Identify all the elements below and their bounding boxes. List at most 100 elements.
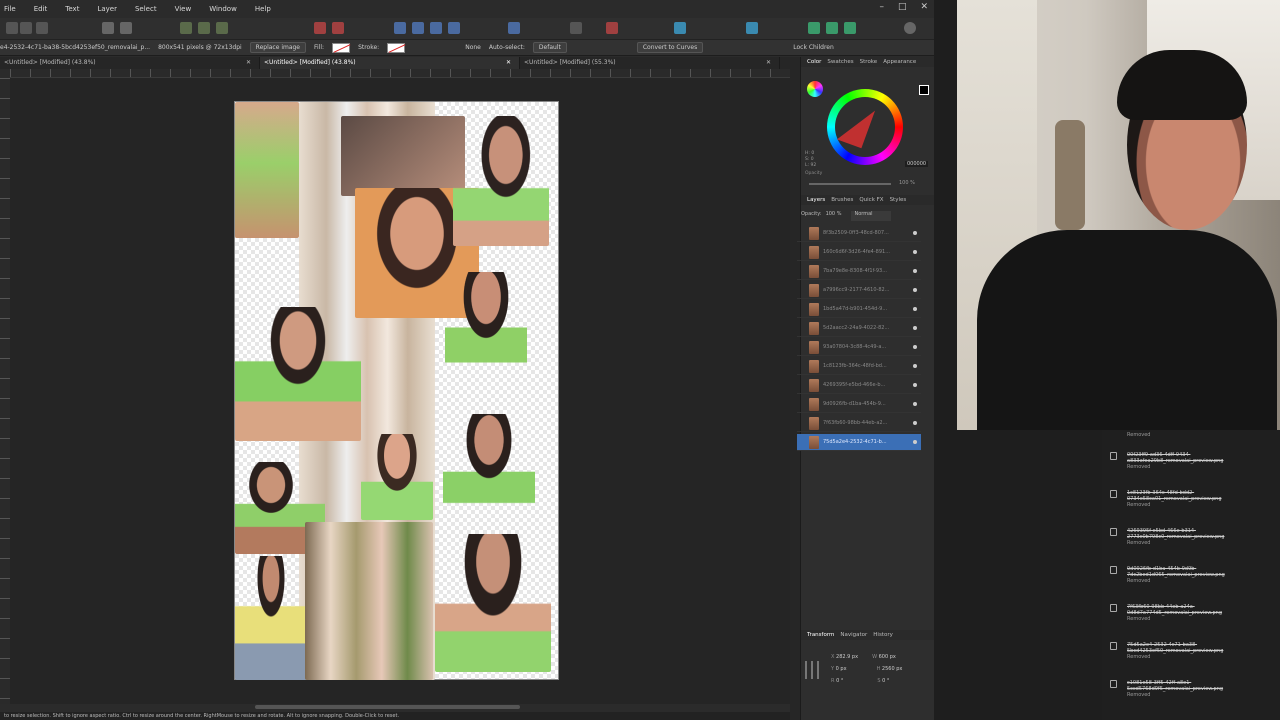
- tab-brushes[interactable]: Brushes: [831, 195, 853, 205]
- auto-select-label[interactable]: Auto-select:: [489, 44, 525, 51]
- visibility-icon[interactable]: [913, 307, 917, 311]
- tab-transform[interactable]: Transform: [807, 630, 834, 640]
- download-item[interactable]: 7f63fb60-98bb-44eb-a24a-0d8d7a774d5_remo…: [1110, 604, 1278, 623]
- layer-row[interactable]: 7f63fb60-98bb-44eb-a2...: [797, 415, 921, 432]
- snap-icon[interactable]: [180, 22, 192, 34]
- snap-3-icon[interactable]: [216, 22, 228, 34]
- layer-row[interactable]: a7996cc9-2177-4610-82...: [797, 282, 921, 299]
- close-icon[interactable]: ✕: [246, 57, 251, 69]
- assistant-icon[interactable]: [808, 22, 820, 34]
- user-icon[interactable]: [904, 22, 916, 34]
- download-filename[interactable]: c1081e58-3ff5-42ff-a8e1-5ccd5768d9f5_rem…: [1127, 680, 1278, 692]
- download-item[interactable]: 4269395f-e5bd-466e-b314-2773c0b798c0_rem…: [1110, 528, 1278, 547]
- menu-file[interactable]: File: [4, 5, 16, 13]
- layer-row[interactable]: 75d5a2e4-2532-4c71-b...: [797, 434, 921, 451]
- download-item[interactable]: 75d5a2e4-2532-4c71-ba38-5bcd4253ef50_rem…: [1110, 642, 1278, 661]
- layer-row[interactable]: 93a07804-3c88-4c49-a...: [797, 339, 921, 356]
- close-button[interactable]: ✕: [920, 2, 928, 12]
- gear-icon[interactable]: [120, 22, 132, 34]
- tab-stroke[interactable]: Stroke: [860, 57, 878, 67]
- tab-swatches[interactable]: Swatches: [827, 57, 853, 67]
- color-picker-icon[interactable]: [807, 81, 823, 97]
- arrange-icon[interactable]: [508, 22, 520, 34]
- tab-styles[interactable]: Styles: [890, 195, 907, 205]
- download-filename[interactable]: 7f63fb60-98bb-44eb-a24a-0d8d7a774d5_remo…: [1127, 604, 1278, 616]
- opacity-slider[interactable]: [809, 183, 891, 185]
- layer-row[interactable]: 7ba79e8e-8308-4f1f-93...: [797, 263, 921, 280]
- layer-row[interactable]: 1bd5a47d-b901-454d-9...: [797, 301, 921, 318]
- layer-row[interactable]: 5d2aacc2-24a9-4022-82...: [797, 320, 921, 337]
- insert-2-icon[interactable]: [746, 22, 758, 34]
- tab-navigator[interactable]: Navigator: [840, 630, 867, 640]
- assistant-3-icon[interactable]: [844, 22, 856, 34]
- boolean-2-icon[interactable]: [332, 22, 344, 34]
- visibility-icon[interactable]: [913, 288, 917, 292]
- menu-edit[interactable]: Edit: [34, 5, 48, 13]
- maximize-button[interactable]: □: [898, 2, 907, 12]
- tab-history[interactable]: History: [873, 630, 893, 640]
- hex-field[interactable]: 000000: [905, 161, 929, 167]
- download-item[interactable]: Removed: [1110, 432, 1278, 439]
- snap-2-icon[interactable]: [198, 22, 210, 34]
- stroke-swatch[interactable]: [387, 42, 406, 53]
- download-filename[interactable]: 4269395f-e5bd-466e-b314-2773c0b798c0_rem…: [1127, 528, 1278, 540]
- photo-11[interactable]: [305, 522, 433, 680]
- opacity-value[interactable]: 100 %: [899, 180, 915, 186]
- visibility-icon[interactable]: [913, 440, 917, 444]
- download-item[interactable]: 9d0926fb-d1ba-454b-9d9b-7dc2bed1d065_rem…: [1110, 566, 1278, 585]
- tab-document-2[interactable]: <Untitled> [Modified] (43.8%) ✕: [260, 57, 520, 69]
- fill-swatch[interactable]: [332, 42, 351, 53]
- menu-select[interactable]: Select: [135, 5, 157, 13]
- menu-text[interactable]: Text: [65, 5, 79, 13]
- replace-image-button[interactable]: Replace image: [249, 42, 307, 53]
- persona-icon[interactable]: [6, 22, 18, 34]
- h-field[interactable]: 2560 px: [882, 666, 902, 672]
- download-filename[interactable]: 00f23ff9-ad36-4dff-9434-a833afea29b8_rem…: [1127, 452, 1278, 464]
- photo-1[interactable]: [235, 102, 299, 238]
- stroke-style[interactable]: None: [465, 44, 481, 51]
- menu-window[interactable]: Window: [209, 5, 237, 13]
- tab-layers[interactable]: Layers: [807, 195, 825, 205]
- close-icon[interactable]: ✕: [766, 57, 771, 69]
- tab-quick-fx[interactable]: Quick FX: [859, 195, 883, 205]
- photo-9[interactable]: [361, 434, 433, 520]
- x-field[interactable]: 282.9 px: [836, 654, 858, 660]
- visibility-icon[interactable]: [913, 326, 917, 330]
- photo-2[interactable]: [341, 116, 465, 196]
- visibility-icon[interactable]: [913, 269, 917, 273]
- assistant-2-icon[interactable]: [826, 22, 838, 34]
- minimize-button[interactable]: –: [879, 2, 884, 12]
- download-item[interactable]: c1081e58-3ff5-42ff-a8e1-5ccd5768d9f5_rem…: [1110, 680, 1278, 699]
- shear-field[interactable]: 0 °: [882, 678, 889, 684]
- convert-to-curves-button[interactable]: Convert to Curves: [636, 42, 704, 53]
- export-icon[interactable]: [36, 22, 48, 34]
- photo-7[interactable]: [443, 414, 535, 518]
- w-field[interactable]: 600 px: [879, 654, 896, 660]
- layer-row[interactable]: 8f3b2509-0ff3-48cd-807...: [797, 225, 921, 242]
- grid-icon[interactable]: [20, 22, 32, 34]
- menu-layer[interactable]: Layer: [97, 5, 117, 13]
- transform-icon[interactable]: [570, 22, 582, 34]
- layer-opacity-value[interactable]: 100 %: [826, 211, 842, 221]
- horizontal-ruler[interactable]: [10, 69, 790, 78]
- lock-children-toggle[interactable]: Lock Children: [793, 44, 834, 51]
- pen-icon[interactable]: [606, 22, 618, 34]
- tab-document-3[interactable]: <Untitled> [Modified] (55.3%) ✕: [520, 57, 780, 69]
- visibility-icon[interactable]: [913, 250, 917, 254]
- photo-12[interactable]: [435, 534, 551, 672]
- auto-select-dropdown[interactable]: Default: [532, 42, 567, 53]
- visibility-icon[interactable]: [913, 231, 917, 235]
- tab-color[interactable]: Color: [807, 57, 821, 67]
- visibility-icon[interactable]: [913, 402, 917, 406]
- insert-icon[interactable]: [674, 22, 686, 34]
- horizontal-scrollbar[interactable]: [255, 705, 520, 709]
- align-4-icon[interactable]: [448, 22, 460, 34]
- align-icon[interactable]: [394, 22, 406, 34]
- photo-4[interactable]: [453, 116, 549, 246]
- align-3-icon[interactable]: [430, 22, 442, 34]
- photo-10[interactable]: [235, 556, 307, 680]
- tab-document-1[interactable]: <Untitled> [Modified] (43.8%) ✕: [0, 57, 260, 69]
- visibility-icon[interactable]: [913, 421, 917, 425]
- photo-5[interactable]: [445, 272, 527, 372]
- visibility-icon[interactable]: [913, 383, 917, 387]
